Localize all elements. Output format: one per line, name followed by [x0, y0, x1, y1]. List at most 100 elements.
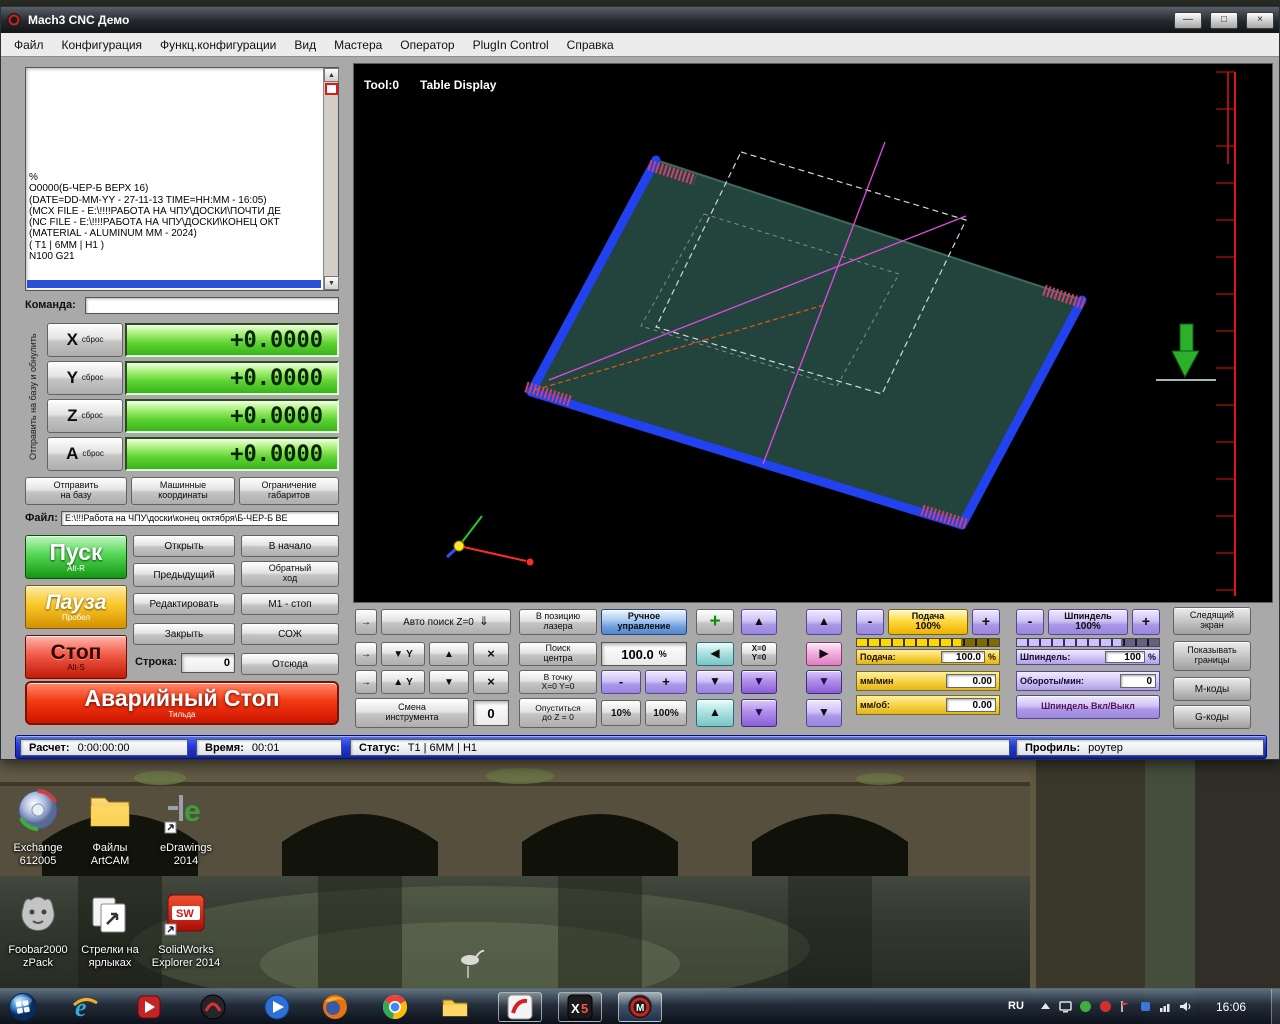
language-indicator[interactable]: RU — [1008, 1000, 1024, 1012]
follow-screen-button[interactable]: Следящий экран — [1173, 607, 1251, 635]
close-file-button[interactable]: Закрыть — [133, 623, 235, 645]
command-input[interactable] — [85, 297, 339, 314]
chrome-icon[interactable] — [380, 992, 410, 1022]
coolant-button[interactable]: СОЖ — [241, 623, 339, 645]
edit-gcode-button[interactable]: Редактировать — [133, 593, 235, 615]
close-button[interactable]: × — [1246, 11, 1274, 29]
jog-y-plus-button[interactable]: ▲ — [429, 642, 469, 666]
open-file-button[interactable]: Открыть — [133, 535, 235, 557]
spindle-override-minus-button[interactable]: - — [1016, 609, 1044, 635]
explorer-folder-icon[interactable] — [440, 992, 470, 1022]
feed-mm-rev-display[interactable]: 0.00 — [946, 698, 996, 712]
media-app-icon[interactable] — [134, 992, 164, 1022]
gcode-scrollbar[interactable]: ▲ ▼ — [323, 68, 339, 290]
jog-y-minus-button-2[interactable]: ▼ — [429, 670, 469, 694]
goto-xy-zero-button[interactable]: X=0 Y=0 — [741, 642, 777, 666]
m1-stop-button[interactable]: M1 - стоп — [241, 593, 339, 615]
titlebar[interactable]: Mach3 CNC Демо — □ × — [1, 7, 1279, 33]
stop-button[interactable]: Стоп Alt-S — [25, 635, 127, 679]
clock[interactable]: 16:06 — [1216, 1000, 1246, 1014]
corel-x5-task-button[interactable]: X5 — [558, 992, 602, 1022]
jog-y-minus-button[interactable]: ▼ Y — [381, 642, 425, 666]
show-desktop-button[interactable] — [1271, 989, 1280, 1024]
network-tray-icon[interactable] — [1158, 999, 1173, 1014]
menu-help[interactable]: Справка — [558, 34, 623, 56]
m-codes-button[interactable]: М-коды — [1173, 677, 1251, 701]
jog-down-fast-button[interactable]: ▼ — [741, 670, 777, 694]
action-center-flag-icon[interactable] — [1118, 999, 1133, 1014]
goto-zero-point-button[interactable]: В точку X=0 Y=0 — [519, 670, 597, 694]
spindle-override-plus-button[interactable]: + — [1132, 609, 1160, 635]
show-bounds-button[interactable]: Показывать границы — [1173, 641, 1251, 671]
update-tray-icon[interactable] — [1098, 999, 1113, 1014]
x-dro-display[interactable]: +0.0000 — [125, 323, 339, 357]
jog-100pct-button[interactable]: 100% — [645, 700, 687, 726]
menu-wizards[interactable]: Мастера — [325, 34, 391, 56]
prev-line-button[interactable]: Предыдущий — [133, 563, 235, 587]
desktop-icon-shortcut-arrows[interactable]: Стрелки на ярлыках — [72, 890, 148, 969]
mach3-task-button[interactable]: M — [618, 992, 662, 1022]
start-button[interactable] — [8, 992, 38, 1022]
x-zero-button[interactable]: Xсброс — [47, 323, 123, 357]
jog-mode-button-2[interactable]: → — [355, 670, 377, 694]
jog-cancel-button-2[interactable]: × — [473, 670, 509, 694]
y-zero-button[interactable]: Yсброс — [47, 361, 123, 395]
cycle-start-button[interactable]: Пуск Alt-R — [25, 535, 127, 579]
manual-mode-button[interactable]: Ручное управление — [601, 609, 687, 635]
spindle-toggle-button[interactable]: Шпиндель Вкл/Выкл — [1016, 695, 1160, 719]
find-center-button[interactable]: Поиск центра — [519, 642, 597, 666]
jog-x-minus-button[interactable]: ◀ — [696, 642, 734, 666]
desktop-icon-foobar2000[interactable]: Foobar2000 zPack — [0, 890, 76, 969]
menu-func-config[interactable]: Функц.конфигурации — [151, 34, 285, 56]
feed-rate-display[interactable]: 100.0 — [940, 651, 985, 663]
toolpath-viewport[interactable]: Tool:0 Table Display — [353, 63, 1273, 603]
desktop-icon-artcam-folder[interactable]: Файлы ArtCAM — [72, 788, 148, 867]
soft-limits-button[interactable]: Ограничение габаритов — [239, 477, 339, 505]
feed-override-reset-button[interactable]: Подача 100% — [888, 609, 968, 635]
gcode-list[interactable]: % O0000(Б-ЧЕР-Б ВЕРХ 16) (DATE=DD-MM-YY -… — [25, 67, 339, 291]
jog-up-fast-button[interactable]: ▲ — [741, 609, 777, 635]
jog-z-down-button[interactable]: ▼ — [696, 670, 734, 694]
jog-10pct-button[interactable]: 10% — [601, 700, 641, 726]
tool-change-button[interactable]: Смена инструмента — [355, 698, 469, 728]
machine-coords-button[interactable]: Машинные координаты — [131, 477, 235, 505]
z-dro-display[interactable]: +0.0000 — [125, 399, 339, 433]
y-dro-display[interactable]: +0.0000 — [125, 361, 339, 395]
media-player-icon[interactable] — [262, 992, 292, 1022]
z-zero-button[interactable]: Zсброс — [47, 399, 123, 433]
laser-position-button[interactable]: В позицию лазера — [519, 609, 597, 635]
hidden-icons-arrow-icon[interactable] — [1038, 999, 1053, 1014]
rewind-button[interactable]: В начало — [241, 535, 339, 557]
run-from-here-button[interactable]: Отсюда — [241, 653, 339, 675]
a-dro-display[interactable]: +0.0000 — [125, 437, 339, 471]
feed-override-minus-button[interactable]: - — [856, 609, 884, 635]
feed-mm-min-display[interactable]: 0.00 — [946, 674, 996, 688]
desktop-icon-solidworks-explorer[interactable]: SW SolidWorks Explorer 2014 — [148, 890, 224, 969]
antivirus-tray-icon[interactable] — [1078, 999, 1093, 1014]
a-zero-button[interactable]: Aсброс — [47, 437, 123, 471]
menu-file[interactable]: Файл — [5, 34, 53, 56]
scrollbar-thumb[interactable] — [325, 83, 338, 95]
jog-y-plus-button-2[interactable]: ▲ Y — [381, 670, 425, 694]
jog-percent-display[interactable]: 100.0% — [601, 642, 687, 666]
scroll-down-icon[interactable]: ▼ — [324, 276, 339, 290]
menu-view[interactable]: Вид — [285, 34, 325, 56]
ref-all-home-button[interactable]: Отправить на базу — [25, 477, 127, 505]
firefox-icon[interactable] — [320, 992, 350, 1022]
jog-pad-button[interactable]: + — [696, 609, 734, 635]
jog-up-step-button[interactable]: ▲ — [806, 609, 842, 635]
auto-zero-z-button[interactable]: Авто поиск Z=0 ⇓ — [381, 609, 511, 635]
g-codes-button[interactable]: G-коды — [1173, 705, 1251, 729]
menu-config[interactable]: Конфигурация — [53, 34, 152, 56]
go-to-z-zero-button[interactable]: Опуститься до Z = 0 — [519, 698, 597, 728]
jog-down-step-button[interactable]: ▼ — [806, 670, 842, 694]
menu-operator[interactable]: Оператор — [391, 34, 463, 56]
scroll-up-icon[interactable]: ▲ — [324, 68, 339, 82]
line-number-display[interactable]: 0 — [181, 653, 235, 673]
jog-mode-button[interactable]: → — [355, 642, 377, 666]
jog-z-up-button[interactable]: ▲ — [696, 699, 734, 727]
jog-cancel-button[interactable]: × — [473, 642, 509, 666]
maximize-button[interactable]: □ — [1210, 11, 1238, 29]
app-tray-icon[interactable] — [1138, 999, 1153, 1014]
jog-pct-minus-button[interactable]: - — [601, 670, 641, 694]
